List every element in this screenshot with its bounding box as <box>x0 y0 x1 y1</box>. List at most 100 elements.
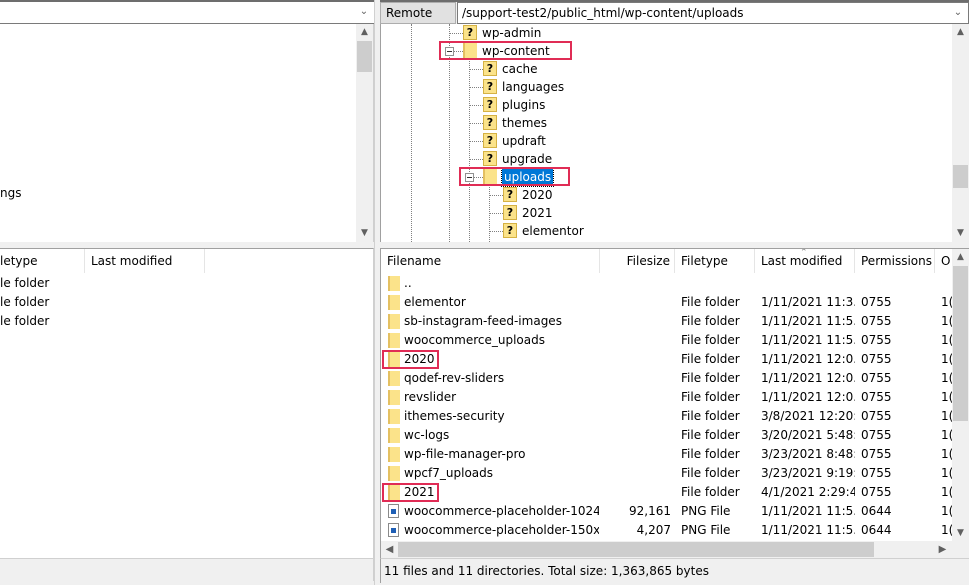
tree-item-themes[interactable]: ? themes <box>381 114 941 132</box>
tree-connector <box>469 159 483 160</box>
file-row[interactable]: wc-logs File folder 3/20/2021 5:48:... 0755… <box>381 426 953 445</box>
chevron-down-icon[interactable]: ⌄ <box>952 7 964 19</box>
scrollbar-thumb[interactable] <box>398 542 874 557</box>
permissions-cell: 0755 <box>861 485 892 499</box>
tree-item-upgrade[interactable]: ? upgrade <box>381 150 941 168</box>
tree-item-languages[interactable]: ? languages <box>381 78 941 96</box>
tree-item-partial[interactable]: ngs <box>0 186 21 200</box>
tree-item-cache[interactable]: ? cache <box>381 60 941 78</box>
scrollbar-thumb[interactable] <box>953 266 968 421</box>
filename-cell: .. <box>404 276 412 290</box>
tree-item-2020[interactable]: ? 2020 <box>381 186 941 204</box>
tree-item-elementor[interactable]: ? elementor <box>381 222 941 240</box>
tree-item-wp-admin[interactable]: ? wp-admin <box>381 24 941 42</box>
tree-item-label: languages <box>502 80 565 94</box>
folder-icon <box>388 409 400 424</box>
file-row[interactable]: ithemes-security File folder 3/8/2021 12:2… <box>381 407 953 426</box>
local-directory-tree[interactable]: ngs ▲ ▼ <box>0 24 374 242</box>
last-modified-cell: 3/20/2021 5:48:... <box>761 428 855 442</box>
list-item[interactable]: le folder <box>0 312 49 331</box>
tree-item-label: wp-admin <box>482 26 542 40</box>
scroll-up-icon[interactable]: ▲ <box>952 249 969 266</box>
file-row[interactable]: woocommerce-placeholder-1024x... 92,161 PN… <box>381 502 953 521</box>
local-status-bar <box>0 558 374 581</box>
file-row[interactable]: woocommerce_uploads File folder 1/11/2021 … <box>381 331 953 350</box>
file-row[interactable]: qodef-rev-sliders File folder 1/11/2021 12… <box>381 369 953 388</box>
filetype-cell: File folder <box>681 390 740 404</box>
list-item[interactable]: le folder <box>0 274 49 293</box>
filename-cell: ithemes-security <box>404 409 505 423</box>
filename-cell: woocommerce-placeholder-150x1... <box>404 523 599 537</box>
local-tree-scrollbar[interactable]: ▲ ▼ <box>356 24 373 242</box>
filename-cell: sb-instagram-feed-images <box>404 314 562 328</box>
column-header-last-modified[interactable]: ⌃ Last modified <box>755 249 855 273</box>
filetype-cell: File folder <box>681 352 740 366</box>
permissions-cell: 0755 <box>861 447 892 461</box>
scroll-up-icon[interactable]: ▲ <box>952 24 969 41</box>
file-row[interactable]: revslider File folder 1/11/2021 12:0... 075… <box>381 388 953 407</box>
file-row[interactable]: sb-instagram-feed-images File folder 1/11/… <box>381 312 953 331</box>
local-file-list[interactable]: letype Last modified le folder le folder… <box>0 248 374 558</box>
tree-connector <box>469 141 483 142</box>
list-item[interactable]: le folder <box>0 293 49 312</box>
tree-item-plugins[interactable]: ? plugins <box>381 96 941 114</box>
remote-site-label: Remote site: <box>380 2 456 40</box>
remote-path-value: /support-test2/public_html/wp-content/up… <box>462 6 744 20</box>
file-row[interactable]: wp-file-manager-pro File folder 3/23/2021 … <box>381 445 953 464</box>
question-folder-icon: ? <box>483 61 497 76</box>
scroll-down-icon[interactable]: ▼ <box>952 225 969 242</box>
scroll-up-icon[interactable]: ▲ <box>356 24 373 41</box>
file-row[interactable]: 2020 File folder 1/11/2021 12:0... 0755 1( <box>381 350 953 369</box>
filetype-cell: File folder <box>681 447 740 461</box>
remote-directory-tree[interactable]: ? wp-admin wp-content? cache? languages? plug… <box>380 24 969 242</box>
tree-item-uploads[interactable]: uploads <box>381 167 941 187</box>
sort-ascending-icon: ⌃ <box>800 248 808 258</box>
column-header-filesize[interactable]: Filesize <box>600 249 675 273</box>
filename-cell: elementor <box>404 295 466 309</box>
column-header-filetype[interactable]: Filetype <box>675 249 755 273</box>
scroll-down-icon[interactable]: ▼ <box>952 525 969 542</box>
file-row[interactable]: woocommerce-placeholder-150x1... 4,207 PNG… <box>381 521 953 540</box>
tree-item-wp-content[interactable]: wp-content <box>381 41 941 60</box>
last-modified-cell: 3/8/2021 12:20:... <box>761 409 855 423</box>
chevron-down-icon[interactable]: ⌄ <box>358 6 370 18</box>
scroll-down-icon[interactable]: ▼ <box>356 225 373 242</box>
remote-tree-scrollbar[interactable]: ▲ ▼ <box>952 24 969 242</box>
column-header-filename[interactable]: Filename <box>381 249 600 273</box>
file-row[interactable]: wpcf7_uploads File folder 3/23/2021 9:19:.… <box>381 464 953 483</box>
local-site-combobox[interactable]: ⌄ <box>0 0 374 24</box>
tree-connector <box>489 231 503 232</box>
remote-file-list[interactable]: Filename Filesize Filetype ⌃ Last modifi… <box>380 248 969 558</box>
question-folder-icon: ? <box>503 205 517 220</box>
file-row[interactable]: .. <box>381 274 951 293</box>
filetype-cell: File folder <box>681 428 740 442</box>
last-modified-cell: 1/11/2021 12:0... <box>761 352 855 366</box>
last-modified-cell: 3/23/2021 8:48:... <box>761 447 855 461</box>
filename-cell: wp-file-manager-pro <box>404 447 526 461</box>
tree-item-2021[interactable]: ? 2021 <box>381 204 941 222</box>
question-folder-icon: ? <box>503 223 517 238</box>
scroll-right-icon[interactable]: ▶ <box>934 541 951 558</box>
file-list-hscrollbar[interactable]: ◀ ▶ <box>381 541 951 558</box>
scrollbar-thumb[interactable] <box>953 165 968 188</box>
tree-connector <box>489 195 503 196</box>
file-row[interactable]: elementor File folder 1/11/2021 11:3... 075… <box>381 293 953 312</box>
permissions-cell: 0755 <box>861 371 892 385</box>
filetype-cell: File folder <box>681 295 740 309</box>
tree-connector <box>449 33 463 34</box>
column-header-last-modified[interactable]: Last modified <box>85 249 205 273</box>
tree-item-label: themes <box>502 116 548 130</box>
file-row[interactable]: 2021File folder4/1/2021 2:29:4...07551( <box>381 483 953 502</box>
column-header-filetype[interactable]: letype <box>0 249 85 273</box>
last-modified-cell: 1/11/2021 11:5... <box>761 333 855 347</box>
scroll-left-icon[interactable]: ◀ <box>381 541 398 558</box>
remote-path-input[interactable]: /support-test2/public_html/wp-content/up… <box>457 2 969 24</box>
filename-cell: wc-logs <box>404 428 450 442</box>
file-list-vscrollbar[interactable]: ▲ ▼ <box>952 249 969 542</box>
folder-icon <box>388 314 400 329</box>
filename-cell: woocommerce-placeholder-1024x... <box>404 504 599 518</box>
column-header-permissions[interactable]: Permissions <box>855 249 935 273</box>
tree-item-updraft[interactable]: ? updraft <box>381 132 941 150</box>
folder-icon <box>388 466 400 481</box>
scrollbar-thumb[interactable] <box>357 41 372 72</box>
